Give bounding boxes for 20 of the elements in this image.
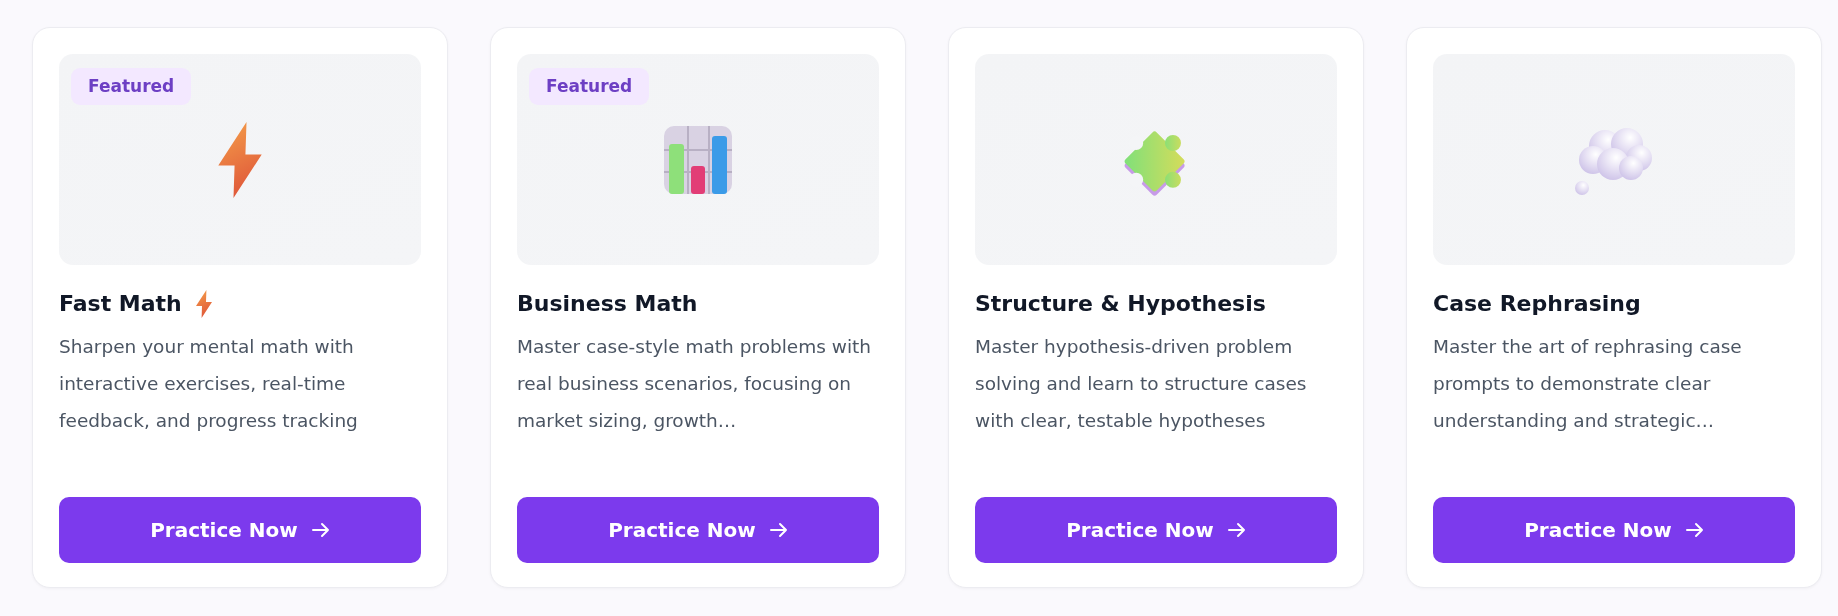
arrow-right-icon — [769, 522, 788, 538]
practice-button[interactable]: Practice Now — [1433, 497, 1795, 563]
card-title: Case Rephrasing — [1433, 290, 1641, 318]
card-description: Master hypothesis-driven problem solving and learn to structure cases with clear, testable hypotheses — [975, 335, 1308, 433]
featured-badge: Featured — [529, 68, 650, 105]
practice-button[interactable]: Practice Now — [975, 497, 1337, 563]
arrow-right-icon — [311, 522, 330, 538]
practice-button[interactable]: Practice Now — [59, 497, 421, 563]
practice-button[interactable]: Practice Now — [517, 497, 879, 563]
card-title: Business Math — [517, 290, 698, 318]
lightning-bolt-icon — [218, 121, 262, 198]
card-description: Sharpen your mental math with interactive exercises, real-time feedback, and progress tracking — [59, 335, 359, 433]
arrow-right-icon — [1227, 522, 1246, 538]
card-description: Master case-style math problems with real business scenarios, focusing on market sizing, growth… — [517, 335, 873, 433]
featured-badge: Featured — [71, 68, 192, 105]
card-title: Structure & Hypothesis — [975, 290, 1266, 318]
card-description: Master the art of rephrasing case prompts to demonstrate clear understanding and strategic… — [1433, 335, 1743, 433]
card-title: Fast Math — [59, 290, 182, 318]
arrow-right-icon — [1685, 522, 1704, 538]
bar-chart-icon — [664, 125, 732, 194]
